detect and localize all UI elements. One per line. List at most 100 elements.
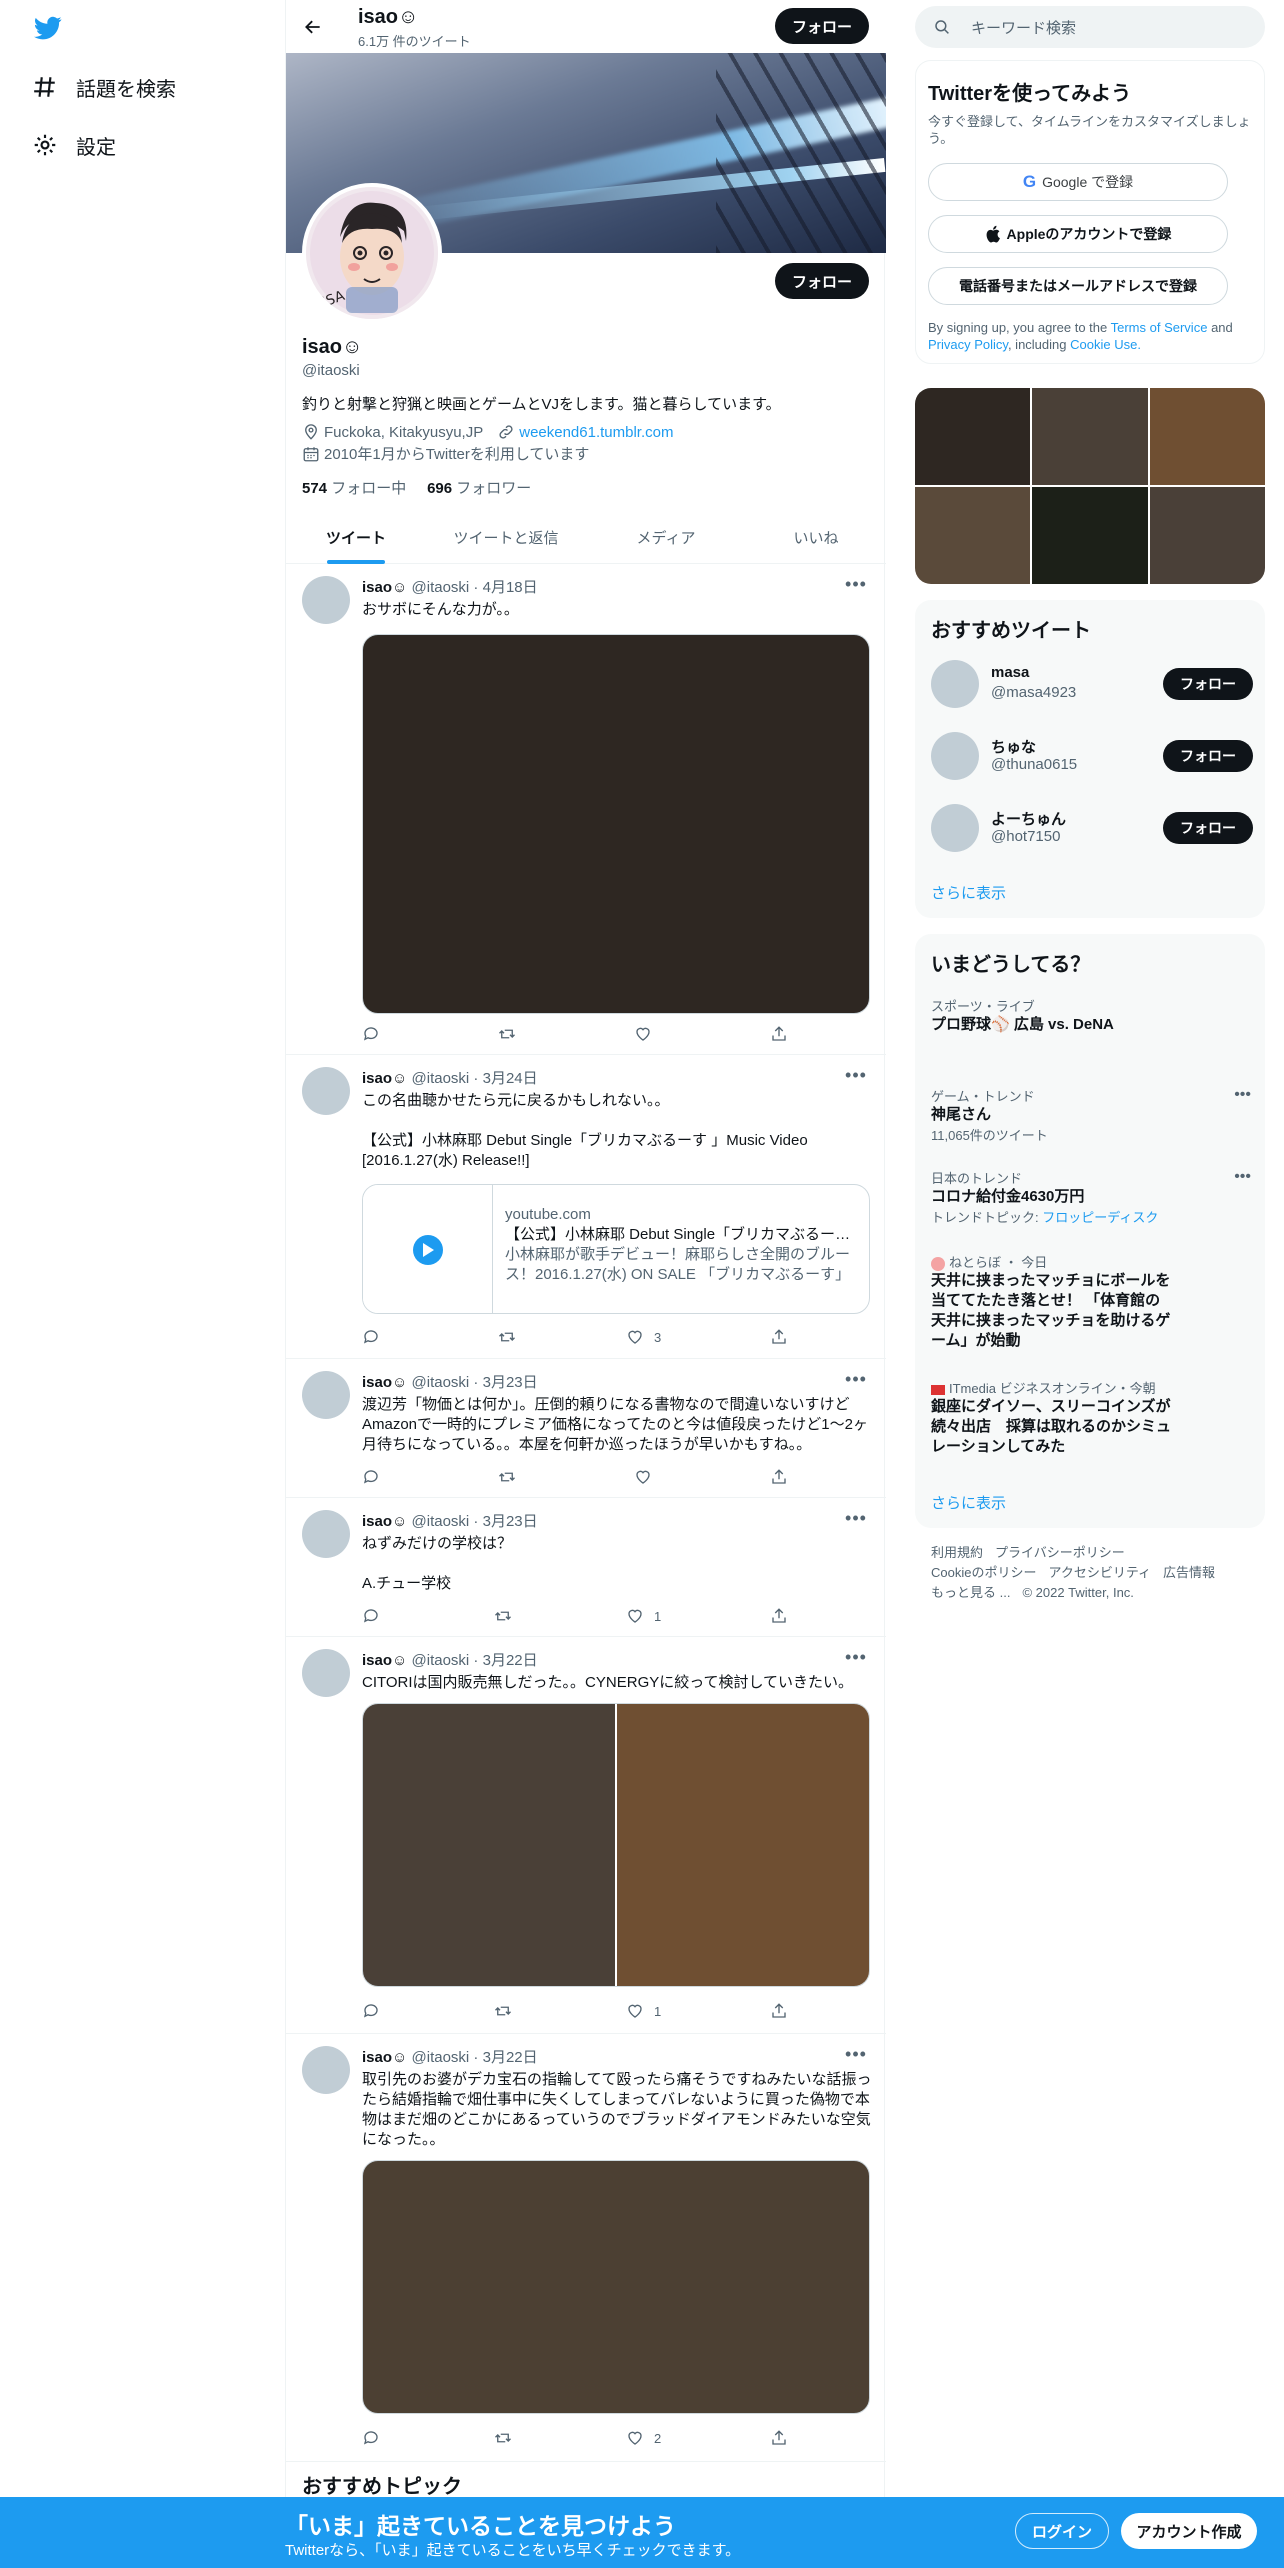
back-button[interactable] [296, 10, 330, 44]
login-button[interactable]: ログイン [1015, 2513, 1109, 2549]
reply-button[interactable] [362, 2001, 380, 2021]
search-input[interactable]: キーワード検索 [915, 6, 1265, 48]
following-link[interactable]: 574 フォロー中 [302, 480, 406, 497]
follow-button[interactable]: フォロー [1163, 812, 1253, 844]
avatar[interactable] [931, 660, 979, 708]
link-card[interactable]: youtube.com 【公式】小林麻耶 Debut Single「ブリカマぶる… [362, 1184, 870, 1314]
retweet-button[interactable] [494, 2001, 512, 2021]
avatar[interactable] [931, 732, 979, 780]
footer-link[interactable]: もっと見る ... [931, 1585, 1010, 1600]
profile-website-link[interactable]: weekend61.tumblr.com [519, 424, 673, 441]
tweet[interactable]: isao☺ @itaoski · 3月24日 ••• この名曲聴かせたら元に戻る… [286, 1055, 886, 1359]
cookie-link[interactable]: Cookie Use. [1070, 337, 1141, 352]
media-thumbnail[interactable] [1150, 487, 1265, 584]
tab-tweets[interactable]: ツイート [286, 511, 426, 564]
retweet-button[interactable] [498, 1467, 516, 1487]
retweet-button[interactable] [494, 1606, 512, 1626]
tweet[interactable]: isao☺ @itaoski · 3月22日 ••• CITORIは国内販売無し… [286, 1637, 886, 2034]
more-icon[interactable]: ••• [842, 1065, 870, 1085]
media-thumbnail[interactable] [915, 388, 1030, 485]
more-icon[interactable]: ••• [842, 1508, 870, 1528]
user-row[interactable]: masa @masa4923 フォロー [931, 660, 1253, 712]
google-signup-button[interactable]: G Google で登録 [928, 163, 1228, 201]
tab-tweets-replies[interactable]: ツイートと返信 [426, 511, 586, 564]
media-thumbnail[interactable] [1150, 388, 1265, 485]
media-thumbnail[interactable] [915, 487, 1030, 584]
tweet-media[interactable] [362, 634, 870, 1014]
more-icon[interactable]: ••• [842, 2044, 870, 2064]
news-item[interactable]: ITmedia ビジネスオンライン・今朝 銀座にダイソー、スリーコインズが続々出… [931, 1378, 1251, 1457]
tweet-avatar[interactable] [302, 1371, 350, 1419]
reply-button[interactable] [362, 2428, 380, 2448]
like-button[interactable]: 1 [626, 2001, 661, 2021]
tweet[interactable]: isao☺ @itaoski · 4月18日 ••• おサボにそんな力が。。 [286, 564, 886, 1055]
footer-link[interactable]: プライバシーポリシー [995, 1545, 1125, 1560]
tab-media[interactable]: メディア [586, 511, 746, 564]
tab-likes[interactable]: いいね [746, 511, 886, 564]
retweet-button[interactable] [498, 1024, 516, 1044]
tweet-avatar[interactable] [302, 1067, 350, 1115]
reply-button[interactable] [362, 1467, 380, 1487]
user-row[interactable]: ちゅな @thuna0615 フォロー [931, 732, 1253, 784]
retweet-button[interactable] [494, 2428, 512, 2448]
trend-topic-link[interactable]: フロッピーディスク [1042, 1210, 1158, 1225]
tweet-avatar[interactable] [302, 576, 350, 624]
tweet-avatar[interactable] [302, 1510, 350, 1558]
show-more-link[interactable]: さらに表示 [931, 882, 1006, 903]
privacy-link[interactable]: Privacy Policy [928, 337, 1008, 352]
twitter-logo-icon[interactable] [32, 14, 64, 42]
header-follow-button[interactable]: フォロー [775, 8, 869, 44]
more-icon[interactable]: ••• [842, 574, 870, 594]
like-button[interactable]: 3 [626, 1327, 661, 1347]
share-button[interactable] [770, 1606, 788, 1626]
user-row[interactable]: よーちゅん @hot7150 フォロー [931, 804, 1253, 856]
share-button[interactable] [770, 2001, 788, 2021]
footer-link[interactable]: 利用規約 [931, 1545, 983, 1560]
nav-settings[interactable]: 設定 [32, 120, 116, 170]
more-icon[interactable]: ••• [1234, 1168, 1251, 1186]
tweet[interactable]: isao☺ @itaoski · 3月23日 ••• ねずみだけの学校は？ A.… [286, 1498, 886, 1637]
footer-link[interactable]: Cookieのポリシー [931, 1565, 1036, 1580]
footer-link[interactable]: アクセシビリティ [1048, 1565, 1151, 1580]
media-thumbnail[interactable] [1032, 388, 1148, 485]
trend-item[interactable]: ••• ゲーム・トレンド 神尾さん 11,065件のツイート [931, 1086, 1251, 1144]
tweet-avatar[interactable] [302, 2046, 350, 2094]
tweet-media[interactable] [363, 1704, 615, 1986]
phone-email-signup-button[interactable]: 電話番号またはメールアドレスで登録 [928, 267, 1228, 305]
share-button[interactable] [770, 1467, 788, 1487]
followers-link[interactable]: 696 フォロワー [427, 480, 531, 497]
tweet[interactable]: isao☺ @itaoski · 3月23日 ••• 渡辺芳「物価とは何か」。圧… [286, 1359, 886, 1498]
more-icon[interactable]: ••• [842, 1647, 870, 1667]
trend-item[interactable]: ••• 日本のトレンド コロナ給付金4630万円 トレンドトピック: フロッピー… [931, 1168, 1251, 1226]
footer-link[interactable]: 広告情報 [1163, 1565, 1215, 1580]
like-button[interactable]: 1 [626, 1606, 661, 1626]
apple-signup-button[interactable]: Appleのアカウントで登録 [928, 215, 1228, 253]
like-button[interactable] [634, 1467, 662, 1487]
trend-item[interactable]: スポーツ・ライブ プロ野球⚾ 広島 vs. DeNA [931, 996, 1251, 1035]
nav-explore[interactable]: 話題を検索 [32, 62, 176, 112]
reply-button[interactable] [362, 1024, 380, 1044]
profile-follow-button[interactable]: フォロー [775, 263, 869, 299]
tweet[interactable]: isao☺ @itaoski · 3月22日 ••• 取引先のお婆がデカ宝石の指… [286, 2034, 886, 2462]
signup-button[interactable]: アカウント作成 [1121, 2513, 1257, 2549]
follow-button[interactable]: フォロー [1163, 740, 1253, 772]
like-button[interactable]: 2 [626, 2428, 661, 2448]
tweet-avatar[interactable] [302, 1649, 350, 1697]
show-more-link[interactable]: さらに表示 [931, 1492, 1006, 1513]
media-thumbnail[interactable] [1032, 487, 1148, 584]
tweet-media[interactable] [362, 2160, 870, 2414]
share-button[interactable] [770, 1024, 788, 1044]
like-button[interactable] [634, 1024, 662, 1044]
avatar[interactable] [931, 804, 979, 852]
tweet-media[interactable] [617, 1704, 869, 1986]
more-icon[interactable]: ••• [842, 1369, 870, 1389]
news-item[interactable]: ねとらぼ ・ 今日 天井に挟まったマッチョにボールを当ててたたき落とせ！ 「体育… [931, 1252, 1251, 1351]
profile-avatar[interactable]: ISA [302, 183, 442, 323]
follow-button[interactable]: フォロー [1163, 668, 1253, 700]
share-button[interactable] [770, 1327, 788, 1347]
terms-link[interactable]: Terms of Service [1111, 320, 1208, 335]
more-icon[interactable]: ••• [1234, 1086, 1251, 1104]
share-button[interactable] [770, 2428, 788, 2448]
reply-button[interactable] [362, 1327, 380, 1347]
retweet-button[interactable] [498, 1327, 516, 1347]
